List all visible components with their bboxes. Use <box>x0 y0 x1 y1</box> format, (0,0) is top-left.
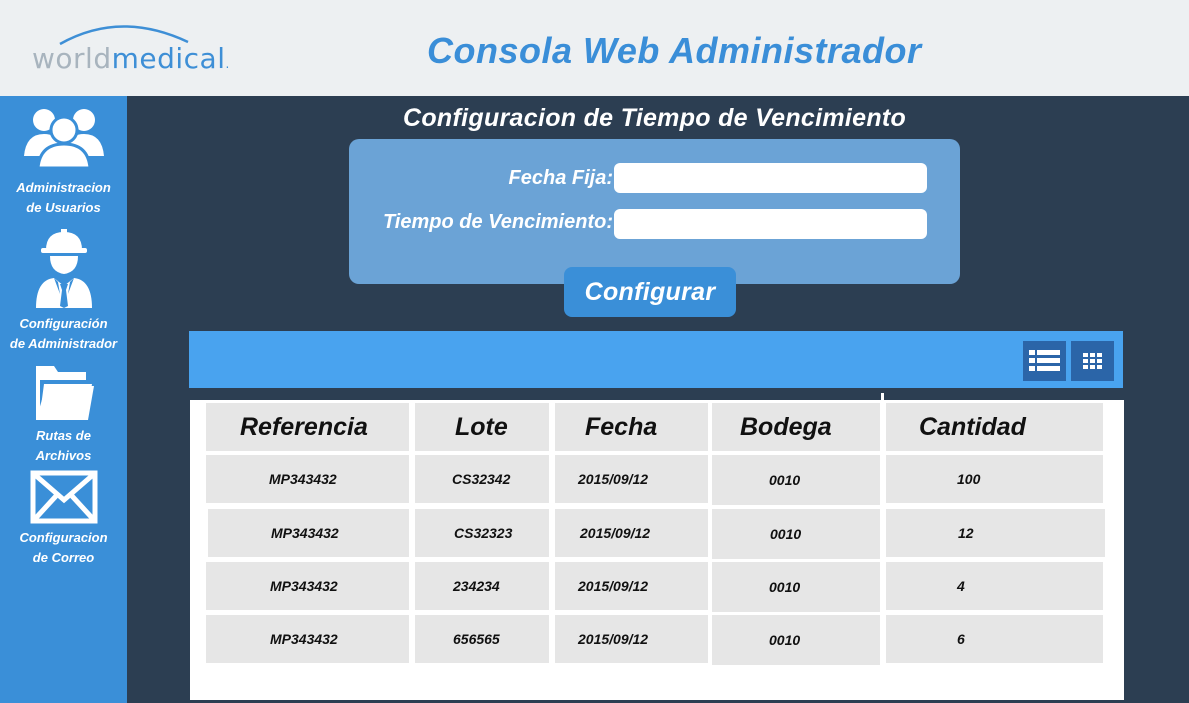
column-header-referencia[interactable]: Referencia <box>206 403 409 451</box>
table-cell[interactable]: 0010 <box>712 615 880 665</box>
table-cell[interactable]: 100 <box>886 455 1103 503</box>
table-cell[interactable]: MP343432 <box>208 509 409 557</box>
config-form-panel: Fecha Fija: Tiempo de Vencimiento: <box>349 139 960 284</box>
logo-medical-text: medical <box>111 42 226 75</box>
sidebar-item-configuracion-correo[interactable]: Configuracion de Correo <box>0 470 127 568</box>
logo-registered-mark: . <box>225 57 230 71</box>
list-view-icon <box>1029 350 1060 371</box>
logo-world-text: world <box>32 42 112 75</box>
grid-view-icon <box>1083 353 1102 369</box>
tiempo-vencimiento-input[interactable] <box>614 209 927 239</box>
mail-icon <box>30 470 97 524</box>
folder-icon <box>35 366 94 420</box>
column-header-lote[interactable]: Lote <box>415 403 549 451</box>
section-title: Configuracion de Tiempo de Vencimiento <box>403 104 907 132</box>
table-cell[interactable]: MP343432 <box>206 562 409 610</box>
page-title: Consola Web Administrador <box>427 30 922 71</box>
sidebar-item-label: de Administrador <box>9 336 118 351</box>
table-cell[interactable]: 2015/09/12 <box>555 455 708 503</box>
sidebar-item-label: Configuracion <box>19 530 108 545</box>
users-icon <box>23 109 104 168</box>
table-cell[interactable]: 4 <box>886 562 1103 610</box>
sidebar-item-label: de Correo <box>32 550 95 565</box>
sidebar-item-label: Configuración <box>19 316 108 331</box>
column-header-fecha[interactable]: Fecha <box>555 403 708 451</box>
grid-view-button[interactable] <box>1071 341 1114 381</box>
sidebar-item-administracion-usuarios[interactable]: Administracion de Usuarios <box>0 104 127 218</box>
configurar-button[interactable]: Configurar <box>564 267 736 317</box>
sidebar-item-configuracion-administrador[interactable]: Configuración de Administrador <box>0 228 127 354</box>
column-header-bodega[interactable]: Bodega <box>712 403 880 451</box>
column-header-cantidad[interactable]: Cantidad <box>886 403 1103 451</box>
sidebar-item-label: Rutas de <box>36 428 91 443</box>
table-cell[interactable]: 2015/09/12 <box>555 562 708 610</box>
sidebar-item-label: Archivos <box>35 448 92 463</box>
logo-text: worldmedical. <box>32 42 230 75</box>
worldmedical-logo[interactable]: worldmedical. <box>30 18 229 78</box>
list-view-button[interactable] <box>1023 341 1066 381</box>
table-cell[interactable]: 0010 <box>712 562 880 612</box>
fecha-fija-input[interactable] <box>614 163 927 193</box>
table-cell[interactable]: 0010 <box>712 455 880 505</box>
sidebar-item-rutas-archivos[interactable]: Rutas de Archivos <box>0 364 127 466</box>
table-cell[interactable]: CS32323 <box>415 509 549 557</box>
sidebar: Administracion de Usuarios Configuración… <box>0 96 127 703</box>
table-cell[interactable]: 6 <box>886 615 1103 663</box>
table-cell[interactable]: MP343432 <box>206 615 409 663</box>
fecha-fija-label: Fecha Fija: <box>508 167 613 189</box>
table-cell[interactable]: 2015/09/12 <box>555 615 708 663</box>
table-cell[interactable]: 656565 <box>415 615 549 663</box>
table-cell[interactable]: MP343432 <box>206 455 409 503</box>
table-cell[interactable]: CS32342 <box>415 455 549 503</box>
table-toolbar <box>189 331 1123 388</box>
sidebar-item-label: de Usuarios <box>26 200 101 215</box>
table-cell[interactable]: 234234 <box>415 562 549 610</box>
table-cell[interactable]: 2015/09/12 <box>555 509 708 557</box>
table-cell[interactable]: 0010 <box>712 509 880 559</box>
sidebar-item-label: Administracion <box>16 180 111 195</box>
header: worldmedical. Consola Web Administrador <box>0 0 1189 96</box>
table-cell[interactable]: 12 <box>886 509 1105 557</box>
admin-worker-icon <box>35 229 92 308</box>
tiempo-vencimiento-label: Tiempo de Vencimiento: <box>382 211 613 233</box>
